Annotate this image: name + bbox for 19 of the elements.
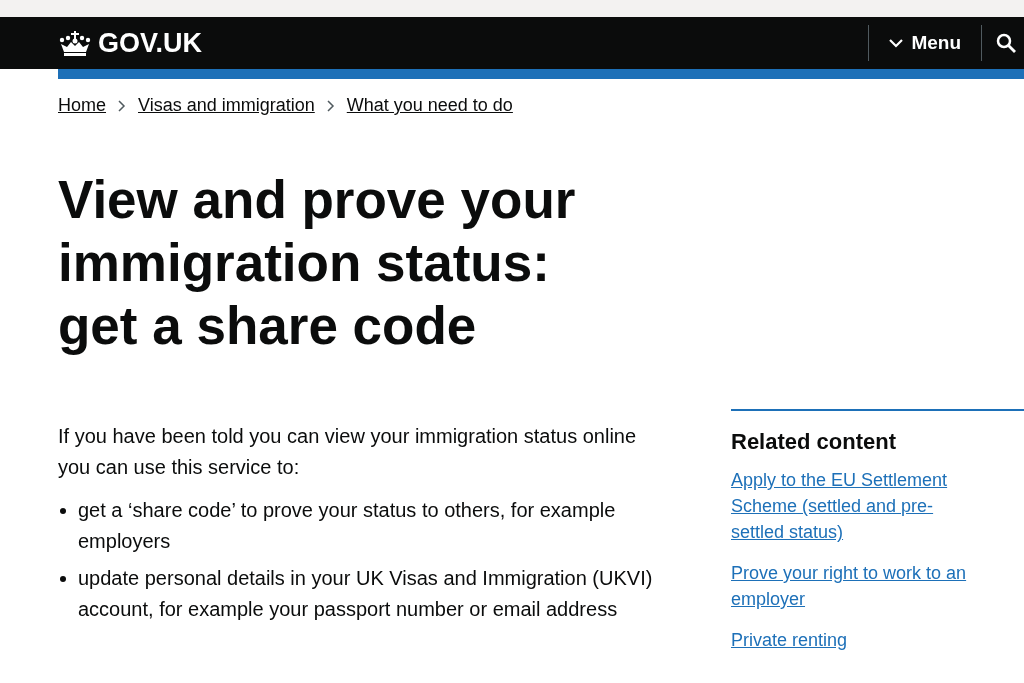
crown-icon — [58, 30, 92, 56]
bullet-item: update personal details in your UK Visas and Immigration (UKVI) account, for example your passport number or email address — [78, 566, 654, 622]
bullet-icon — [60, 508, 66, 514]
related-link[interactable]: Prove your right to work to an employer — [731, 560, 986, 612]
related-link[interactable]: Private renting — [731, 627, 986, 653]
related-heading: Related content — [731, 429, 898, 455]
bullet-icon — [60, 576, 66, 582]
intro-text: If you have been told you can view your immigration status online you can use this service to: — [58, 424, 638, 480]
chevron-right-icon — [326, 99, 335, 112]
chevron-down-icon — [889, 38, 904, 48]
govuk-logo-link[interactable]: GOV.UK — [58, 27, 203, 59]
related-link[interactable]: Apply to the EU Settlement Scheme (settled and pre-settled status) — [731, 467, 986, 545]
breadcrumb-link[interactable]: Visas and immigration — [138, 95, 315, 116]
search-icon — [996, 33, 1016, 53]
breadcrumb-link[interactable]: Home — [58, 95, 106, 116]
breadcrumb-link[interactable]: What you need to do — [346, 95, 513, 116]
chevron-right-icon — [118, 99, 126, 112]
menu-button[interactable]: Menu — [868, 25, 981, 61]
page-title: View and prove your immigration status: get a share code — [58, 169, 577, 357]
